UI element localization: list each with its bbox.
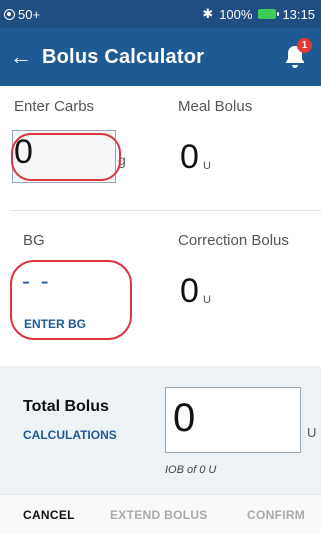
cancel-button[interactable]: CANCEL <box>23 508 75 522</box>
status-right: ✱ 100% 13:15 <box>202 6 315 22</box>
enter-carbs-label: Enter Carbs <box>14 98 95 115</box>
back-arrow-icon: ← <box>10 44 32 69</box>
section-divider <box>10 210 321 211</box>
meal-bolus-value: 0 <box>180 138 199 176</box>
carbs-value: 0 <box>14 133 33 171</box>
enter-bg-link[interactable]: ENTER BG <box>24 317 86 331</box>
notification-bell-button[interactable]: 1 <box>283 38 312 70</box>
page-title: Bolus Calculator <box>42 45 205 68</box>
extend-bolus-button[interactable]: EXTEND BOLUS <box>110 508 208 522</box>
battery-icon <box>258 9 280 19</box>
confirm-button[interactable]: CONFIRM <box>247 508 305 522</box>
carbs-unit: g <box>118 152 126 168</box>
status-time: 13:15 <box>282 6 315 22</box>
total-bolus-value: 0 <box>173 396 196 440</box>
total-bolus-unit: U <box>307 425 317 440</box>
bolus-calculator-screen: 50+ ✱ 100% 13:15 ← Bolus Calculator 1 En… <box>0 0 321 534</box>
back-button[interactable]: ← <box>0 28 42 86</box>
correction-bolus-label: Correction Bolus <box>178 232 289 249</box>
app-header: ← Bolus Calculator 1 <box>0 28 321 86</box>
status-circle-icon <box>4 8 15 20</box>
notification-badge: 1 <box>297 38 312 53</box>
calculations-link[interactable]: CALCULATIONS <box>23 428 117 442</box>
status-left: 50+ <box>4 7 40 22</box>
bg-label: BG <box>23 232 45 249</box>
bluetooth-icon: ✱ <box>202 6 214 21</box>
bg-value: - - <box>22 268 51 295</box>
total-bolus-title: Total Bolus <box>23 398 109 415</box>
iob-text: IOB of 0 U <box>165 464 217 476</box>
battery-percent: 100% <box>219 6 253 22</box>
correction-bolus-unit: U <box>203 294 211 306</box>
status-bar: 50+ ✱ 100% 13:15 <box>0 0 321 28</box>
correction-bolus-value: 0 <box>180 272 199 310</box>
status-left-text: 50+ <box>18 6 41 22</box>
meal-bolus-label: Meal Bolus <box>178 98 253 115</box>
meal-bolus-unit: U <box>203 160 211 172</box>
